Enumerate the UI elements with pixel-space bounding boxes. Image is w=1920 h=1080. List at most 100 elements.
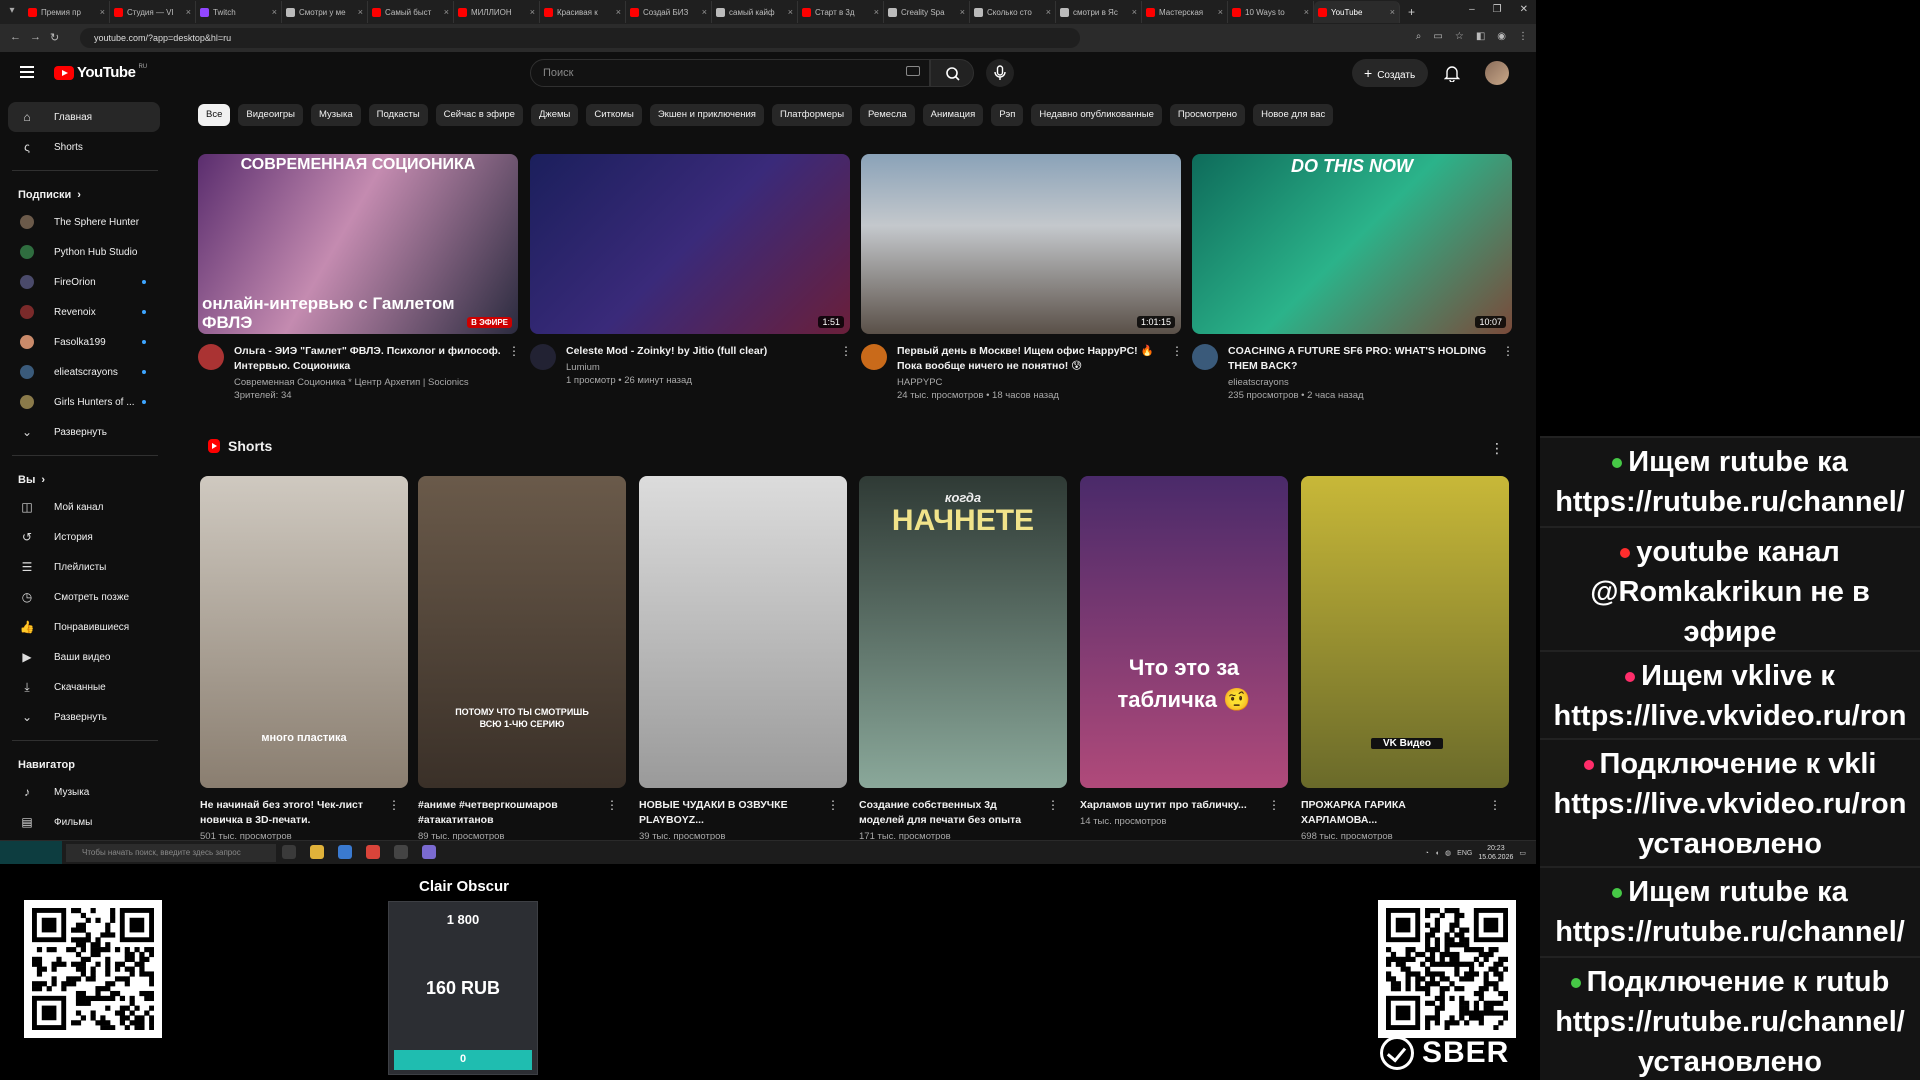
more-vert-icon[interactable]: ⋮ bbox=[1171, 344, 1183, 401]
extensions-icon[interactable]: ◧ bbox=[1476, 31, 1485, 42]
filter-chip[interactable]: Музыка bbox=[311, 104, 361, 126]
tab-close-icon[interactable]: × bbox=[1304, 7, 1309, 17]
store-icon[interactable] bbox=[338, 845, 352, 859]
explorer-icon[interactable] bbox=[310, 845, 324, 859]
sidebar-item-you[interactable]: ◷ Смотреть позже bbox=[0, 582, 170, 612]
subscription-item[interactable]: Python Hub Studio bbox=[0, 237, 170, 267]
video-card[interactable]: СОВРЕМЕННАЯ СОЦИОНИКА онлайн-интервью с Г… bbox=[198, 154, 520, 401]
filter-chip[interactable]: Подкасты bbox=[368, 104, 428, 126]
tab-close-icon[interactable]: × bbox=[616, 7, 621, 17]
reload-icon[interactable]: ↻ bbox=[50, 31, 59, 44]
start-button[interactable] bbox=[0, 841, 62, 864]
filter-chip[interactable]: Ситкомы bbox=[586, 104, 642, 126]
browser-tab[interactable]: Смотри у ме × bbox=[282, 1, 368, 23]
back-icon[interactable]: ← bbox=[10, 31, 21, 43]
browser-tab[interactable]: Премия пр × bbox=[24, 1, 110, 23]
tab-close-icon[interactable]: × bbox=[1132, 7, 1137, 17]
more-vert-icon[interactable]: ⋮ bbox=[840, 344, 852, 386]
video-channel[interactable]: Современная Соционика * Центр Архетип | … bbox=[234, 377, 508, 388]
short-title[interactable]: Не начинай без этого! Чек-лист новичка в… bbox=[200, 798, 380, 828]
sidebar-item-you[interactable]: ⌄ Развернуть bbox=[0, 702, 170, 732]
keyboard-icon[interactable] bbox=[906, 66, 920, 76]
video-card[interactable]: 1:01:15 Первый день в Москве! Ищем офис H… bbox=[861, 154, 1183, 401]
more-vert-icon[interactable]: ⋮ bbox=[508, 344, 520, 401]
browser-tab[interactable]: Сколько сто × bbox=[970, 1, 1056, 23]
tab-close-icon[interactable]: × bbox=[1218, 7, 1223, 17]
sidebar-item-nav[interactable]: ▤ Фильмы bbox=[0, 807, 170, 837]
subscription-item[interactable]: Revenoix bbox=[0, 297, 170, 327]
filter-chip[interactable]: Экшен и приключения bbox=[649, 104, 764, 126]
subscription-item[interactable]: FireOrion bbox=[0, 267, 170, 297]
network-icon[interactable]: ◔ bbox=[1425, 850, 1429, 857]
taskbar-search[interactable]: Чтобы начать поиск, введите здесь запрос bbox=[66, 844, 276, 862]
browser-tab[interactable]: Старт в 3д × bbox=[798, 1, 884, 23]
subscriptions-header[interactable]: Подписки › bbox=[0, 179, 170, 207]
tab-close-icon[interactable]: × bbox=[272, 7, 277, 17]
cast-icon[interactable]: ▭ bbox=[1433, 31, 1442, 42]
filter-chip[interactable]: Ремесла bbox=[860, 104, 915, 126]
tab-close-icon[interactable]: × bbox=[788, 7, 793, 17]
video-title[interactable]: Ольга - ЭИЭ "Гамлет" ФВЛЭ. Психолог и фи… bbox=[234, 344, 508, 374]
tab-close-icon[interactable]: × bbox=[960, 7, 965, 17]
video-card[interactable]: 1:51 Celeste Mod - Zoinky! by Jitio (full… bbox=[530, 154, 852, 386]
channel-avatar[interactable] bbox=[861, 344, 887, 370]
notifications-icon[interactable] bbox=[1444, 64, 1460, 82]
filter-chip[interactable]: Анимация bbox=[922, 104, 984, 126]
subscriptions-expand[interactable]: ⌄ Развернуть bbox=[0, 417, 170, 447]
channel-avatar[interactable] bbox=[1192, 344, 1218, 370]
zoom-icon[interactable]: ⌕ bbox=[1416, 31, 1422, 42]
video-thumbnail[interactable]: 1:01:15 bbox=[861, 154, 1181, 334]
short-title[interactable]: НОВЫЕ ЧУДАКИ В ОЗВУЧКЕ PLAYBOYZ... bbox=[639, 798, 819, 828]
account-avatar[interactable] bbox=[1485, 61, 1509, 85]
short-title[interactable]: #аниме #четвергкошмаров #атакатитанов bbox=[418, 798, 598, 828]
tab-search-icon[interactable]: ▾ bbox=[6, 5, 18, 17]
sidebar-item-you[interactable]: ▶ Ваши видео bbox=[0, 642, 170, 672]
create-button[interactable]: + Создать bbox=[1352, 59, 1428, 87]
sidebar-item-you[interactable]: ◫ Мой канал bbox=[0, 492, 170, 522]
star-icon[interactable]: ☆ bbox=[1455, 31, 1464, 42]
short-card[interactable]: много пластика Не начинай без этого! Чек-… bbox=[200, 476, 408, 842]
browser-tab[interactable]: Creality Spa × bbox=[884, 1, 970, 23]
tab-close-icon[interactable]: × bbox=[530, 7, 535, 17]
sidebar-item-you[interactable]: ☰ Плейлисты bbox=[0, 552, 170, 582]
video-channel[interactable]: HAPPYPC bbox=[897, 377, 1171, 388]
video-title[interactable]: Первый день в Москве! Ищем офис HappyPC!… bbox=[897, 344, 1171, 374]
short-title[interactable]: Создание собственных 3д моделей для печа… bbox=[859, 798, 1039, 828]
youtube-logo[interactable]: YouTube RU bbox=[54, 64, 147, 81]
clock[interactable]: 20:23 15.06.2026 bbox=[1478, 844, 1513, 862]
sidebar-item-you[interactable]: ⤓ Скачанные bbox=[0, 672, 170, 702]
subscription-item[interactable]: Girls Hunters of ... bbox=[0, 387, 170, 417]
channel-avatar[interactable] bbox=[530, 344, 556, 370]
more-vert-icon[interactable]: ⋮ bbox=[1268, 798, 1280, 812]
video-thumbnail[interactable]: 1:51 bbox=[530, 154, 850, 334]
browser-tab[interactable]: Студия — VI × bbox=[110, 1, 196, 23]
sidebar-item-you[interactable]: 👍 Понравившиеся bbox=[0, 612, 170, 642]
more-vert-icon[interactable]: ⋮ bbox=[1502, 344, 1514, 401]
url-field[interactable]: youtube.com/?app=desktop&hl=ru bbox=[80, 28, 1080, 48]
task-view-icon[interactable] bbox=[282, 845, 296, 859]
short-thumbnail[interactable]: ПОТОМУ ЧТО ТЫ СМОТРИШЬ ВСЮ 1-ЧЮ СЕРИЮ bbox=[418, 476, 626, 788]
app-icon[interactable] bbox=[422, 845, 436, 859]
browser-tab[interactable]: YouTube × bbox=[1314, 1, 1400, 23]
short-card[interactable]: Что это за табличка 🤨 Харламов шутит про … bbox=[1080, 476, 1288, 827]
filter-chip[interactable]: Новое для вас bbox=[1253, 104, 1334, 126]
more-vert-icon[interactable]: ⋮ bbox=[1490, 440, 1504, 457]
short-card[interactable]: VK Видео ПРОЖАРКА ГАРИКА ХАРЛАМОВА... 698 … bbox=[1301, 476, 1509, 842]
browser-tab[interactable]: смотри в Яс × bbox=[1056, 1, 1142, 23]
forward-icon[interactable]: → bbox=[30, 31, 41, 43]
more-vert-icon[interactable]: ⋮ bbox=[1047, 798, 1059, 812]
close-window-icon[interactable]: ✕ bbox=[1520, 4, 1528, 15]
video-card[interactable]: DO THIS NOW 10:07 COACHING A FUTURE SF6 PR… bbox=[1192, 154, 1514, 401]
browser-tab[interactable]: МИЛЛИОН × bbox=[454, 1, 540, 23]
filter-chip[interactable]: Недавно опубликованные bbox=[1031, 104, 1162, 126]
tab-close-icon[interactable]: × bbox=[186, 7, 191, 17]
filter-chip[interactable]: Платформеры bbox=[771, 104, 853, 126]
short-thumbnail[interactable]: много пластика bbox=[200, 476, 408, 788]
video-channel[interactable]: elieatscrayons bbox=[1228, 377, 1502, 388]
tab-close-icon[interactable]: × bbox=[874, 7, 879, 17]
voice-search-button[interactable] bbox=[986, 59, 1014, 87]
filter-chip[interactable]: Просмотрено bbox=[1169, 104, 1246, 126]
video-title[interactable]: Celeste Mod - Zoinky! by Jitio (full cle… bbox=[566, 344, 840, 359]
tab-close-icon[interactable]: × bbox=[358, 7, 363, 17]
filter-chip[interactable]: Сейчас в эфире bbox=[435, 104, 523, 126]
